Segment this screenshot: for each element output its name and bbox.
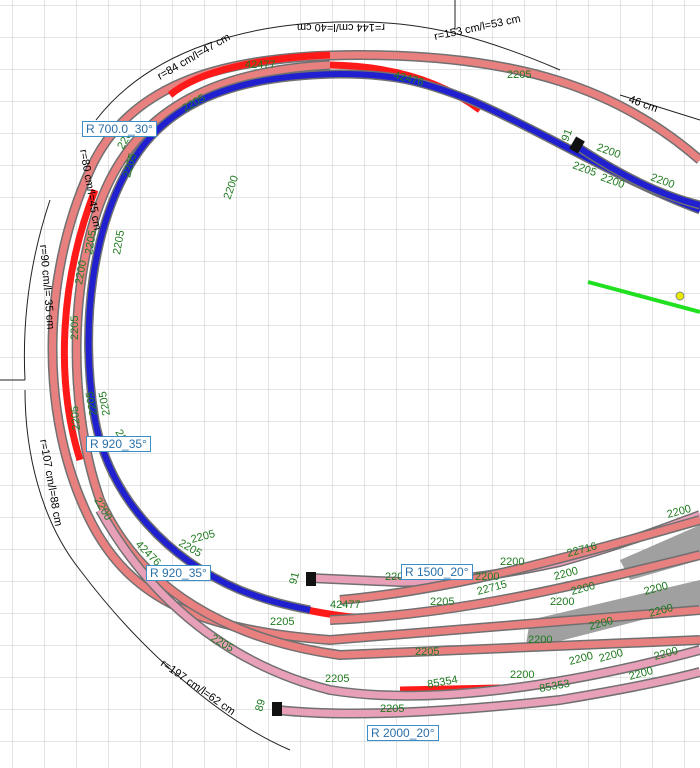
track-label: 2200 bbox=[500, 556, 524, 568]
track-label: 2205 bbox=[270, 616, 294, 628]
track-label: 2200 bbox=[475, 571, 499, 583]
track-label: 2205 bbox=[430, 596, 454, 608]
track-label: 2200 bbox=[550, 596, 574, 608]
track-label: 2205 bbox=[69, 405, 83, 430]
track-plan-canvas: r=84 cm/l=47 cm r=144 cm/l=40 cm r=153 c… bbox=[0, 0, 700, 768]
track-label: 2205 bbox=[380, 703, 404, 715]
radius-label[interactable]: R 920_35° bbox=[146, 565, 211, 581]
radius-label[interactable]: R 920_35° bbox=[86, 436, 151, 452]
track-label: 42477 bbox=[245, 59, 276, 71]
radius-label[interactable]: R 1500_20° bbox=[401, 564, 473, 580]
track-label: 42477 bbox=[330, 599, 361, 611]
dim-r144: r=144 cm/l=40 cm bbox=[297, 21, 385, 33]
track-label: 2205 bbox=[507, 69, 531, 81]
radius-label[interactable]: R 2000_20° bbox=[367, 725, 439, 741]
track-label: 2205 bbox=[325, 673, 349, 685]
radius-label[interactable]: R 700.0_30° bbox=[82, 121, 157, 137]
track-label: 2200 bbox=[528, 634, 552, 646]
track-label: 2200 bbox=[510, 669, 534, 681]
track-label: 2205 bbox=[415, 646, 439, 658]
track-label: 2205 bbox=[69, 316, 81, 340]
